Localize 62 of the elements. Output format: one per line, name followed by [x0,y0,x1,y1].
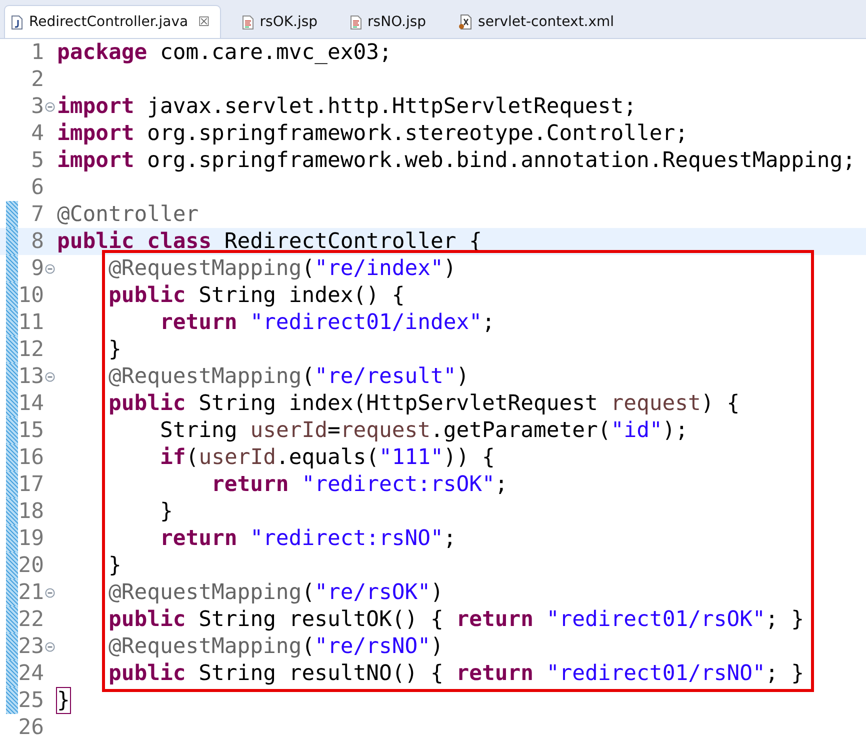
line-number: 16 [18,445,44,470]
line-number: 19 [18,526,44,551]
code-line: public String index() { [108,283,405,308]
code-line: return "redirect:rsNO"; [159,526,456,551]
line-number: 13 [18,364,44,389]
code-line: return "redirect01/index"; [159,310,495,335]
line-number: 6 [30,175,44,200]
code-line: import org.springframework.web.bind.annotation.RequestMapping; [56,148,856,173]
code-line: } [108,553,122,578]
line-number: 9 [30,256,44,281]
code-line: if(userId.equals("111")) { [159,445,495,470]
code-line: @Controller [56,202,199,227]
line-number: 17 [18,472,44,497]
line-number: 8 [30,229,44,254]
code-line: public String resultOK() { return "redirect01/rsOK"; } [108,607,804,632]
code-line: import javax.servlet.http.HttpServletRequest; [56,94,637,119]
line-number: 25 [18,688,44,713]
line-number: 2 [30,67,44,92]
code-line: @RequestMapping("re/rsOK") [108,580,444,605]
collapse-icon[interactable] [45,372,55,382]
line-number: 23 [18,634,44,659]
code-line: @RequestMapping("re/result") [108,364,470,389]
code-line: import org.springframework.stereotype.Controller; [56,121,688,146]
code-line: @RequestMapping("re/rsNO") [108,634,444,659]
code-line: public String resultNO() { return "redirect01/rsNO"; } [108,661,804,686]
line-number: 3 [30,94,44,119]
code-line: return "redirect:rsOK"; [210,472,508,497]
line-number: 5 [30,148,44,173]
collapse-icon[interactable] [45,102,55,112]
java-file-icon [11,14,23,30]
jsp-file-icon [350,14,362,30]
line-number: 11 [18,310,44,335]
code-line: } [159,499,173,524]
line-number: 22 [18,607,44,632]
line-number: 20 [18,553,44,578]
collapse-icon[interactable] [45,642,55,652]
xml-file-icon [458,14,472,30]
code-line: } [108,337,122,362]
editor-tab[interactable]: servlet-context.xml [451,5,626,38]
line-number: 12 [18,337,44,362]
line-number: 15 [18,418,44,443]
line-number: 26 [18,715,44,740]
line-number: 1 [30,40,44,65]
line-number: 24 [18,661,44,686]
collapse-icon[interactable] [45,588,55,598]
code-line: String userId=request.getParameter("id"); [159,418,688,443]
line-number: 21 [18,580,44,605]
line-number: 14 [18,391,44,416]
line-number: 4 [30,121,44,146]
code-line: public String index(HttpServletRequest request) { [108,391,740,416]
code-line: @RequestMapping("re/index") [108,256,456,281]
editor-tab[interactable]: rsNO.jsp [342,5,438,38]
collapse-icon[interactable] [45,264,55,274]
code-line: package com.care.mvc_ex03; [56,40,392,65]
line-number: 7 [30,202,44,227]
line-number: 10 [18,283,44,308]
code-line: } [56,688,70,713]
editor-tab[interactable]: rsOK.jsp [234,5,329,38]
editor-tab[interactable]: RedirectController.java ☒ [4,5,221,38]
jsp-file-icon [242,14,254,30]
close-icon[interactable]: ☒ [198,14,210,30]
line-number: 18 [18,499,44,524]
